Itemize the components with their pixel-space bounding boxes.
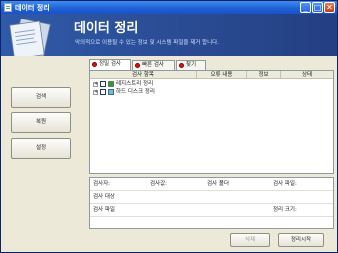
tab-quick-scan[interactable]: 빠른 검사 [132,60,175,70]
sidebar: 검색 복원 설정 [1,56,85,252]
tab-status-icon [135,63,140,68]
info-label: 검사 폴더 [207,181,229,187]
info-label: 검사 파일 [93,207,115,213]
tab-find[interactable]: 찾기 [176,60,206,70]
row-label: 하드 디스크 정리 [116,89,155,95]
tab-status-icon [92,62,97,67]
info-line: 검사 파일 정리 크기: [90,204,333,217]
info-line: 검사 대상 [90,191,333,204]
info-label: 검사 대상 [93,194,115,200]
tab-strip: 정밀 검사 빠른 검사 찾기 [87,59,335,70]
document-icon [4,3,12,12]
table-row[interactable]: + 레지스트리 정리 [90,80,333,88]
info-label: 검사자: [93,181,111,187]
disk-icon [108,89,114,95]
tab-label: 찾기 [186,62,197,68]
column-header[interactable]: 검사 항목 [90,71,197,79]
registry-icon [108,81,114,87]
documents-icon [9,19,51,59]
window-title: 데이터 정리 [15,4,50,12]
minimize-button[interactable]: _ [300,2,311,13]
settings-button[interactable]: 설정 [11,138,71,159]
title-bar[interactable]: 데이터 정리 _ □ ✕ [1,1,337,14]
restore-button[interactable]: 복원 [11,112,71,133]
start-cleanup-button[interactable]: 정리시작 [278,233,324,247]
row-checkbox[interactable] [100,89,106,95]
delete-button[interactable]: 삭제 [230,233,270,247]
info-label: 검사 파일: [273,181,297,187]
column-header[interactable]: 정보 [247,71,281,79]
main-panel: 정밀 검사 빠른 검사 찾기 검사 항목 오류 내용 정보 상태 + 레지스트리… [87,59,335,252]
close-button[interactable]: ✕ [324,2,335,13]
scan-items-grid[interactable]: 검사 항목 오류 내용 정보 상태 + 레지스트리 정리 + 하드 디스크 정리 [89,70,334,174]
tab-deep-scan[interactable]: 정밀 검사 [89,59,131,70]
tab-status-icon [179,63,184,68]
info-label: 정리 크기: [273,207,297,213]
page-title: 데이터 정리 [74,21,139,36]
page-description: 악의적으로 이용될 수 있는 정보 및 시스템 파일을 제거 합니다. [75,40,219,46]
maximize-button[interactable]: □ [312,2,323,13]
search-button[interactable]: 검색 [11,87,71,108]
info-line: 검사자: 검사값: 검사 폴더 검사 파일: [90,178,333,191]
row-label: 레지스트리 정리 [116,81,154,87]
header-banner: 데이터 정리 악의적으로 이용될 수 있는 정보 및 시스템 파일을 제거 합니… [1,14,337,59]
app-window: 데이터 정리 _ □ ✕ 데이터 정리 악의적으로 이용될 수 있는 정보 및 … [0,0,338,253]
table-row[interactable]: + 하드 디스크 정리 [90,88,333,96]
grid-header: 검사 항목 오류 내용 정보 상태 [90,71,333,79]
scan-info-panel: 검사자: 검사값: 검사 폴더 검사 파일: 검사 대상 검사 파일 정리 크기… [89,177,334,229]
expand-icon[interactable]: + [93,90,98,95]
column-header[interactable]: 상태 [281,71,333,79]
column-header[interactable]: 오류 내용 [197,71,247,79]
info-label: 검사값: [150,181,168,187]
row-checkbox[interactable] [100,81,106,87]
expand-icon[interactable]: + [93,82,98,87]
tab-label: 정밀 검사 [99,61,121,67]
tab-label: 빠른 검사 [142,62,164,68]
